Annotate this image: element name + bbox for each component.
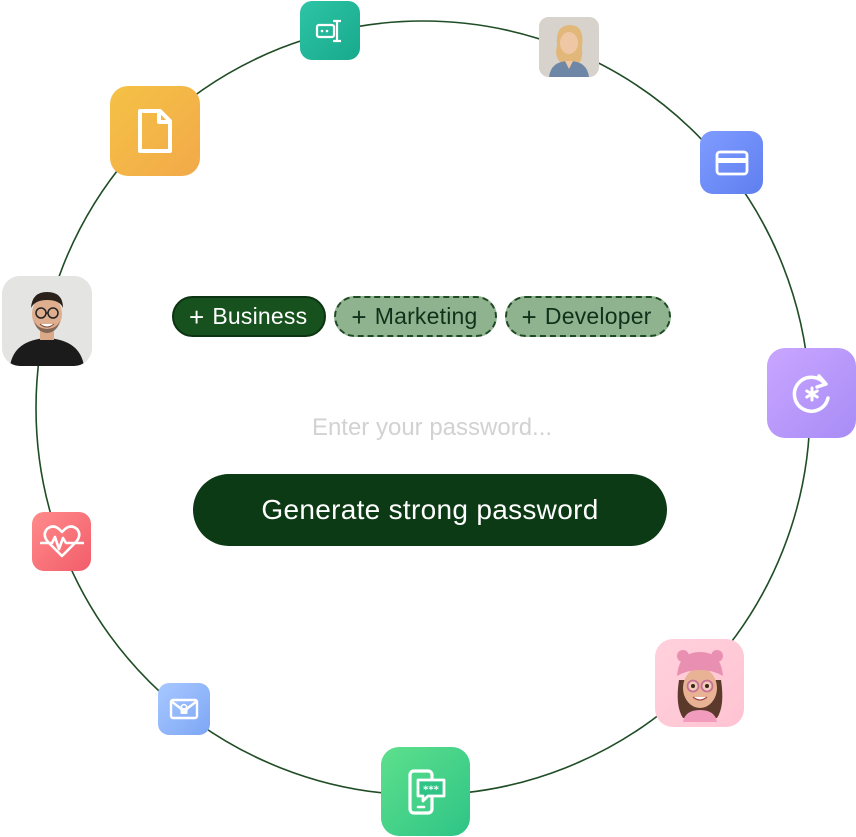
category-tags: + Business + Marketing + Developer	[172, 296, 671, 337]
plus-icon: +	[521, 301, 537, 332]
text-cursor-icon	[300, 1, 360, 60]
email-lock-icon	[158, 683, 210, 735]
reset-password-icon	[767, 348, 856, 438]
generate-password-button[interactable]: Generate strong password	[193, 474, 667, 546]
man-photo-avatar	[2, 276, 92, 366]
svg-text:***: ***	[423, 784, 439, 795]
tag-marketing[interactable]: + Marketing	[334, 296, 497, 337]
tag-business[interactable]: + Business	[172, 296, 327, 337]
phone-password-icon: ***	[381, 747, 470, 836]
tag-developer[interactable]: + Developer	[504, 296, 671, 337]
password-generator-canvas: *** + Business + Marketing + Developer G…	[0, 0, 856, 837]
memoji-avatar	[655, 639, 744, 727]
woman-photo-avatar	[539, 17, 599, 77]
heart-pulse-icon	[32, 512, 91, 571]
tag-label: Marketing	[374, 303, 478, 329]
credit-card-icon	[700, 131, 763, 194]
tag-label: Business	[212, 303, 308, 329]
plus-icon: +	[189, 301, 205, 332]
plus-icon: +	[351, 301, 367, 332]
document-icon	[110, 86, 200, 176]
tag-label: Developer	[544, 303, 652, 329]
password-input[interactable]	[230, 404, 634, 452]
